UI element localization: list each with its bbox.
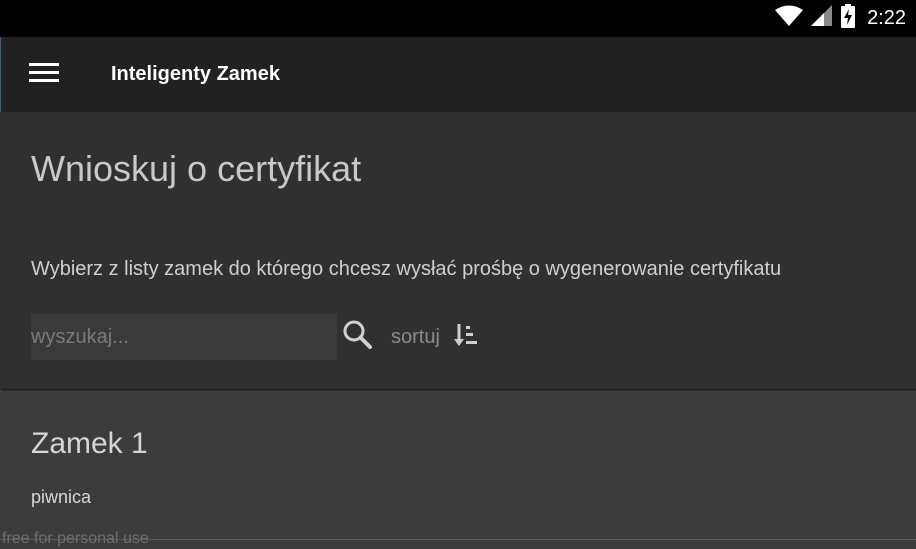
instruction-text: Wybierz z listy zamek do którego chcesz … [31,258,782,280]
wifi-icon [775,5,804,32]
status-icons: 2:22 [775,0,906,37]
sort-label: sortuj [391,325,440,348]
search-icon [342,319,372,354]
lock-list-item[interactable]: Zamek 1 piwnica [0,391,916,549]
request-certificate-header: Wnioskuj o certyfikat Wybierz z listy za… [0,112,916,390]
watermark-text: free for personal use [2,530,149,547]
page-title: Wnioskuj o certyfikat [31,148,362,189]
menu-button[interactable] [22,59,66,91]
app-screen: 2:22 Inteligenty Zamek Wnioskuj o certyf… [0,0,916,549]
status-bar: 2:22 [0,0,916,37]
app-title: Inteligenty Zamek [111,63,280,85]
battery-charging-icon [841,4,856,33]
app-bar: Inteligenty Zamek [0,37,916,112]
section-divider [0,389,916,390]
lock-name: Zamek 1 [31,427,148,460]
lock-location: piwnica [31,487,92,507]
sort-ascending-icon [453,323,478,352]
status-time: 2:22 [867,7,906,29]
search-button[interactable] [340,318,374,354]
signal-icon [811,5,833,32]
search-input[interactable] [31,314,337,360]
hamburger-menu-icon [29,62,59,88]
sort-button[interactable]: sortuj [391,322,478,352]
